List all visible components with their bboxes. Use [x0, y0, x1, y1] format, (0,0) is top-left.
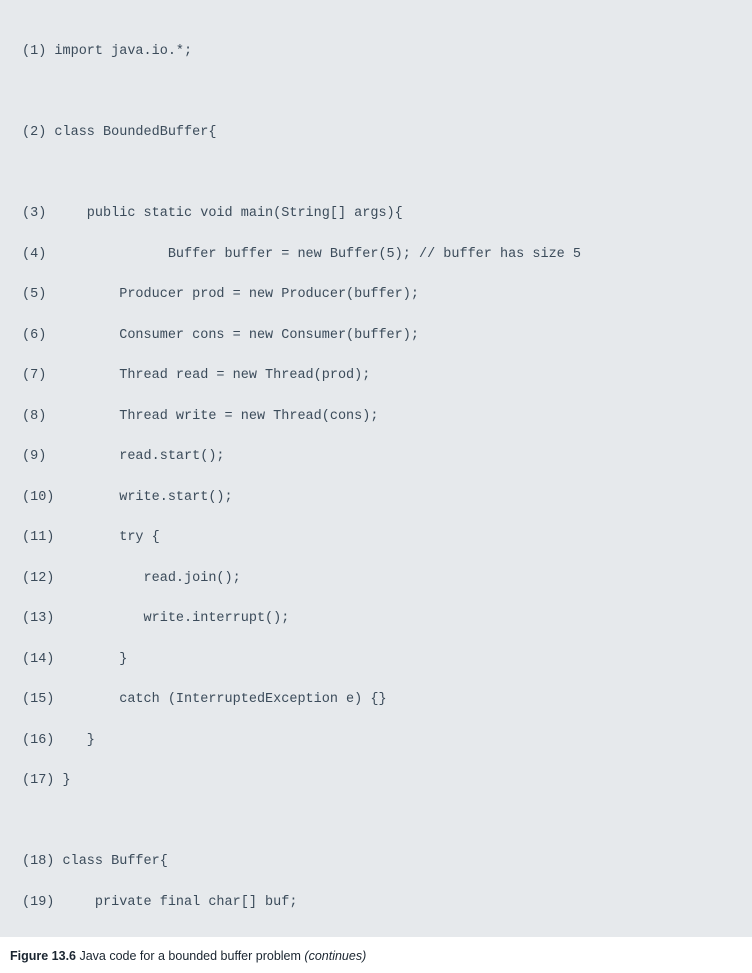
code-line: (1) import java.io.*;	[22, 45, 730, 59]
code-line: (11) try {	[22, 531, 730, 545]
caption-label: Figure 13.6	[10, 949, 76, 963]
code-line	[22, 167, 730, 181]
code-line: (7) Thread read = new Thread(prod);	[22, 369, 730, 383]
code-line	[22, 86, 730, 100]
code-line: (10) write.start();	[22, 491, 730, 505]
code-line: (5) Producer prod = new Producer(buffer)…	[22, 288, 730, 302]
code-line: (2) class BoundedBuffer{	[22, 126, 730, 140]
code-line: (15) catch (InterruptedException e) {}	[22, 693, 730, 707]
figure-caption: Figure 13.6 Java code for a bounded buff…	[0, 937, 752, 973]
code-line: (13) write.interrupt();	[22, 612, 730, 626]
code-line: (14) }	[22, 653, 730, 667]
code-line: (19) private final char[] buf;	[22, 896, 730, 910]
code-listing: (1) import java.io.*; (2) class BoundedB…	[0, 0, 752, 937]
code-line: (16) }	[22, 734, 730, 748]
code-line: (12) read.join();	[22, 572, 730, 586]
code-line: (3) public static void main(String[] arg…	[22, 207, 730, 221]
code-line	[22, 815, 730, 829]
caption-continues: (continues)	[304, 949, 366, 963]
code-line: (4) Buffer buffer = new Buffer(5); // bu…	[22, 248, 730, 262]
code-line: (8) Thread write = new Thread(cons);	[22, 410, 730, 424]
code-line: (17) }	[22, 774, 730, 788]
code-line: (6) Consumer cons = new Consumer(buffer)…	[22, 329, 730, 343]
code-line: (18) class Buffer{	[22, 855, 730, 869]
caption-text: Java code for a bounded buffer problem	[76, 949, 304, 963]
code-line: (9) read.start();	[22, 450, 730, 464]
